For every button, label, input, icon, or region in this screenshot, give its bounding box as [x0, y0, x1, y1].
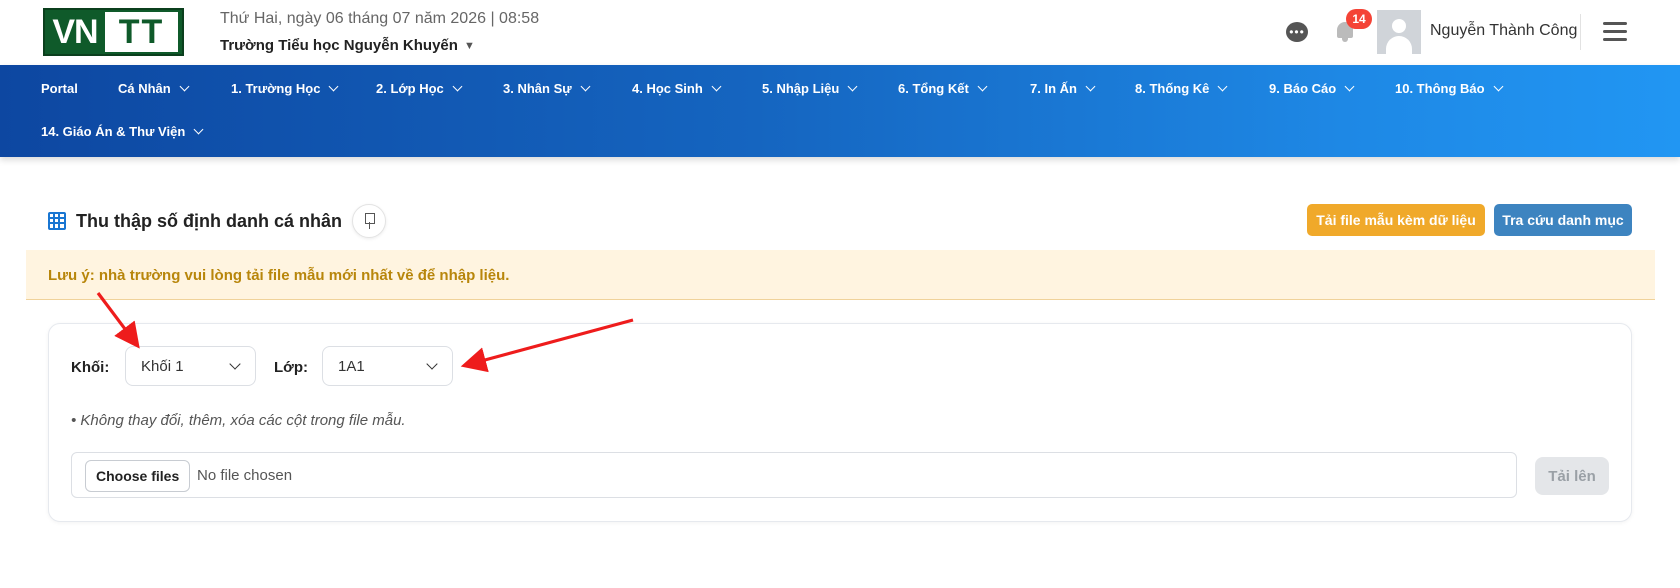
nav-item-thong-ke[interactable]: 8. Thống Kê [1135, 81, 1228, 96]
nav-label: 1. Trường Học [231, 81, 321, 96]
chevron-down-icon [1344, 81, 1355, 92]
notice-text: Lưu ý: nhà trường vui lòng tải file mẫu … [48, 267, 510, 284]
nav-label: 7. In Ấn [1030, 81, 1077, 96]
nav-label: 5. Nhập Liệu [762, 81, 840, 96]
nav-item-ca-nhan[interactable]: Cá Nhân [118, 81, 190, 96]
nav-item-giao-an-thu-vien[interactable]: 14. Giáo Án & Thư Viện [41, 124, 204, 139]
class-select-value: 1A1 [338, 357, 365, 375]
class-label: Lớp: [274, 359, 308, 376]
nav-item-portal[interactable]: Portal [41, 81, 78, 96]
chevron-down-icon [711, 81, 722, 92]
nav-item-truong-hoc[interactable]: 1. Trường Học [231, 81, 339, 96]
nav-item-lop-hoc[interactable]: 2. Lớp Học [376, 81, 463, 96]
nav-label: Cá Nhân [118, 81, 171, 96]
nav-label: 6. Tổng Kết [898, 81, 969, 96]
nav-label: Portal [41, 81, 78, 96]
chevron-down-icon [847, 81, 858, 92]
chevron-down-icon [452, 81, 463, 92]
pin-button[interactable] [352, 204, 386, 238]
chevron-down-icon [193, 124, 204, 135]
nav-label: 3. Nhân Sự [503, 81, 572, 96]
nav-label: 14. Giáo Án & Thư Viện [41, 124, 186, 139]
main-nav: Portal Cá Nhân 1. Trường Học 2. Lớp Học … [0, 65, 1680, 157]
grade-select-value: Khối 1 [141, 357, 184, 375]
nav-item-bao-cao[interactable]: 9. Báo Cáo [1269, 81, 1355, 96]
nav-item-nhap-lieu[interactable]: 5. Nhập Liệu [762, 81, 858, 96]
upload-card: Khối: Khối 1 Lớp: 1A1 • Không thay đổi, … [48, 323, 1632, 522]
nav-item-in-an[interactable]: 7. In Ấn [1030, 81, 1096, 96]
lookup-catalog-button[interactable]: Tra cứu danh mục [1494, 204, 1632, 236]
nav-item-nhan-su[interactable]: 3. Nhân Sự [503, 81, 591, 96]
vntt-logo[interactable]: VN TT [43, 8, 184, 56]
current-date: Thứ Hai, ngày 06 tháng 07 năm 2026 | 08:… [220, 10, 540, 27]
chevron-down-icon [1217, 81, 1228, 92]
school-name: Trường Tiểu học Nguyễn Khuyến [220, 37, 458, 54]
nav-label: 2. Lớp Học [376, 81, 444, 96]
upload-button[interactable]: Tải lên [1535, 457, 1609, 495]
logo-text-left: VN [45, 10, 105, 54]
page-title: Thu thập số định danh cá nhân [76, 210, 342, 231]
nav-label: 4. Học Sinh [632, 81, 703, 96]
user-name[interactable]: Nguyễn Thành Công [1430, 22, 1577, 40]
grade-label: Khối: [71, 359, 110, 376]
chat-icon[interactable]: ••• [1286, 22, 1308, 42]
file-input[interactable]: Choose files No file chosen [71, 452, 1517, 498]
logo-letters: TT [118, 12, 165, 51]
top-header: VN TT Thứ Hai, ngày 06 tháng 07 năm 2026… [0, 0, 1680, 65]
table-grid-icon [48, 212, 66, 230]
chevron-down-icon [1085, 81, 1096, 92]
nav-label: 8. Thống Kê [1135, 81, 1210, 96]
no-file-text: No file chosen [197, 467, 293, 484]
caret-down-icon: ▼ [463, 39, 475, 52]
template-hint: • Không thay đổi, thêm, xóa các cột tron… [71, 412, 406, 429]
chevron-down-icon [580, 81, 591, 92]
chevron-down-icon [977, 81, 988, 92]
chevron-down-icon [1493, 81, 1504, 92]
chevron-down-icon [229, 358, 241, 370]
notification-badge: 14 [1346, 9, 1372, 29]
notice-banner: Lưu ý: nhà trường vui lòng tải file mẫu … [26, 250, 1655, 300]
chevron-down-icon [329, 81, 339, 92]
choose-files-button[interactable]: Choose files [85, 460, 191, 492]
header-divider [1580, 14, 1581, 50]
class-select[interactable]: 1A1 [322, 346, 453, 386]
pin-icon [364, 213, 375, 229]
avatar[interactable] [1377, 10, 1421, 54]
school-selector[interactable]: Trường Tiểu học Nguyễn Khuyến ▼ [220, 37, 475, 54]
download-template-button[interactable]: Tải file mẫu kèm dữ liệu [1307, 204, 1485, 236]
hamburger-menu-icon[interactable] [1603, 22, 1627, 42]
nav-item-hoc-sinh[interactable]: 4. Học Sinh [632, 81, 722, 96]
chevron-down-icon [426, 358, 438, 370]
page-title-row: Thu thập số định danh cá nhân [48, 204, 386, 238]
nav-label: 10. Thông Báo [1395, 81, 1485, 96]
logo-text-right: TT [105, 12, 178, 52]
nav-item-tong-ket[interactable]: 6. Tổng Kết [898, 81, 988, 96]
nav-item-thong-bao[interactable]: 10. Thông Báo [1395, 81, 1504, 96]
grade-select[interactable]: Khối 1 [125, 346, 256, 386]
nav-label: 9. Báo Cáo [1269, 81, 1337, 96]
chevron-down-icon [179, 81, 190, 92]
